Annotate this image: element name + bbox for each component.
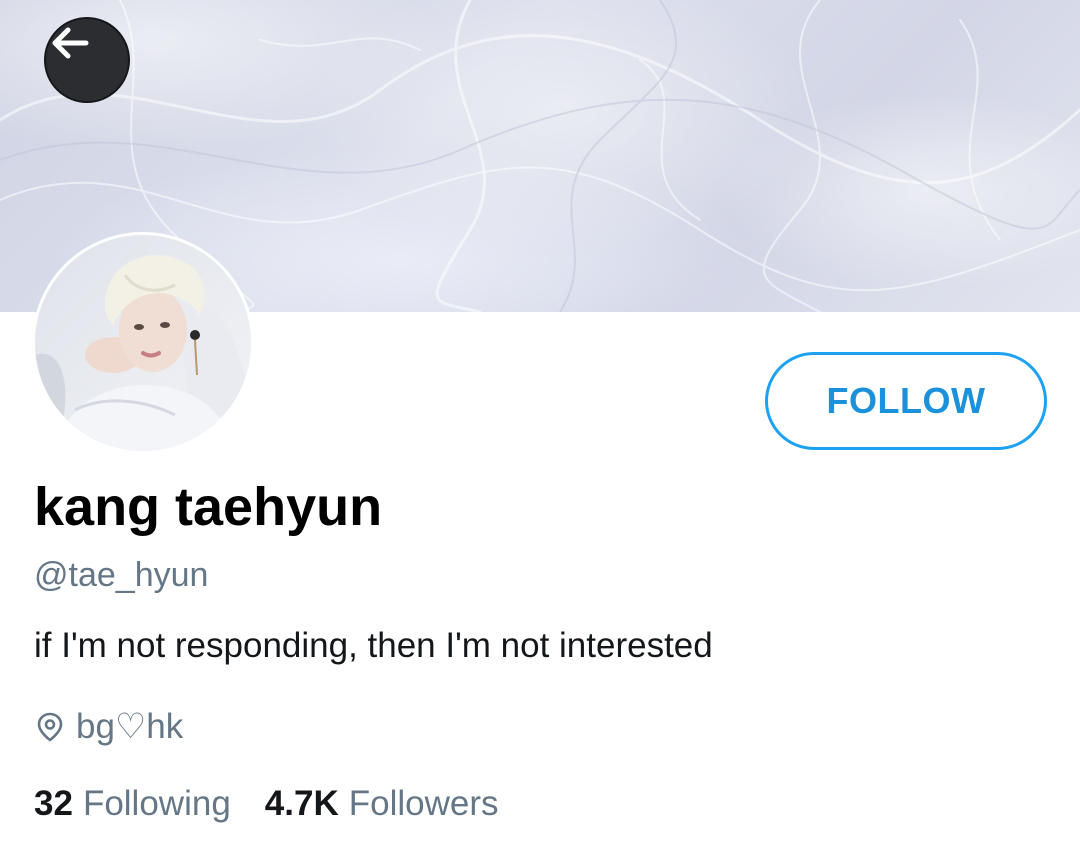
avatar[interactable] xyxy=(32,232,254,454)
following-count: 32 xyxy=(34,784,73,823)
profile-bio: if I'm not responding, then I'm not inte… xyxy=(34,626,713,665)
location: bg♡hk xyxy=(34,706,183,748)
followers-stat[interactable]: 4.7K Followers xyxy=(265,784,499,824)
following-label: Following xyxy=(82,784,231,823)
location-pin-icon xyxy=(37,712,63,742)
avatar-image xyxy=(35,235,251,451)
back-button[interactable] xyxy=(44,17,130,103)
follow-button[interactable]: FOLLOW xyxy=(765,352,1047,450)
profile-stats: 32 Following 4.7K Followers xyxy=(34,784,499,824)
following-stat[interactable]: 32 Following xyxy=(34,784,231,824)
display-name: kang taehyun xyxy=(34,477,383,537)
location-text: bg♡hk xyxy=(76,707,184,746)
followers-label: Followers xyxy=(348,784,499,823)
username-handle: @tae_hyun xyxy=(34,556,209,594)
followers-count: 4.7K xyxy=(264,784,339,823)
arrow-left-icon xyxy=(52,27,89,59)
